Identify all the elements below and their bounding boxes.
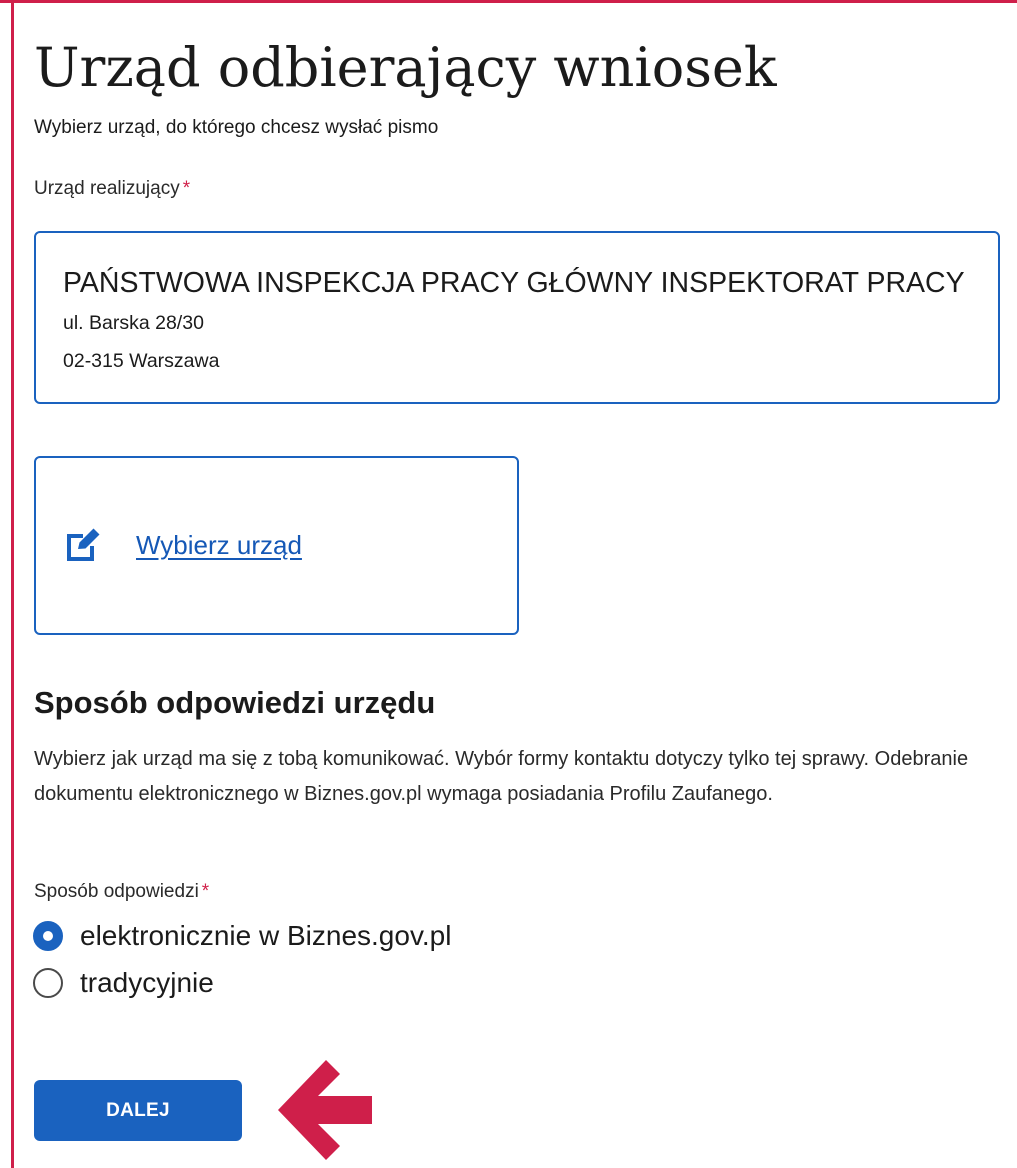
page-title: Urząd odbierający wniosek bbox=[34, 36, 777, 99]
response-field-label-text: Sposób odpowiedzi bbox=[34, 881, 199, 902]
selected-office-card: PAŃSTWOWA INSPEKCJA PRACY GŁÓWNY INSPEKT… bbox=[34, 231, 1000, 404]
frame-left-border bbox=[11, 0, 14, 1168]
next-button[interactable]: DALEJ bbox=[34, 1080, 242, 1141]
frame-top-border bbox=[0, 0, 1017, 3]
response-field-label: Sposób odpowiedzi * bbox=[34, 880, 209, 904]
office-city: 02-315 Warszawa bbox=[63, 350, 220, 372]
radio-option-electronic[interactable]: elektronicznie w Biznes.gov.pl bbox=[33, 919, 451, 953]
edit-icon[interactable] bbox=[64, 527, 102, 563]
page-subtitle: Wybierz urząd, do którego chcesz wysłać … bbox=[34, 117, 439, 138]
required-mark: * bbox=[182, 178, 191, 199]
required-mark: * bbox=[201, 881, 210, 902]
office-field-label-text: Urząd realizujący bbox=[34, 178, 180, 199]
radio-unchecked[interactable] bbox=[33, 968, 63, 998]
office-street: ul. Barska 28/30 bbox=[63, 312, 204, 334]
radio-option-label[interactable]: tradycyjnie bbox=[80, 966, 214, 1000]
radio-option-traditional[interactable]: tradycyjnie bbox=[33, 966, 214, 1000]
office-name: PAŃSTWOWA INSPEKCJA PRACY GŁÓWNY INSPEKT… bbox=[63, 267, 965, 299]
response-section-description: Wybierz jak urząd ma się z tobą komuniko… bbox=[34, 748, 969, 805]
arrow-left-icon bbox=[278, 1060, 372, 1160]
response-section-heading: Sposób odpowiedzi urzędu bbox=[34, 685, 436, 720]
radio-option-label[interactable]: elektronicznie w Biznes.gov.pl bbox=[80, 919, 451, 953]
radio-checked[interactable] bbox=[33, 921, 63, 951]
office-field-label: Urząd realizujący * bbox=[34, 177, 190, 201]
choose-office-link[interactable]: Wybierz urząd bbox=[136, 528, 302, 562]
choose-office-card[interactable]: Wybierz urząd bbox=[34, 456, 519, 635]
